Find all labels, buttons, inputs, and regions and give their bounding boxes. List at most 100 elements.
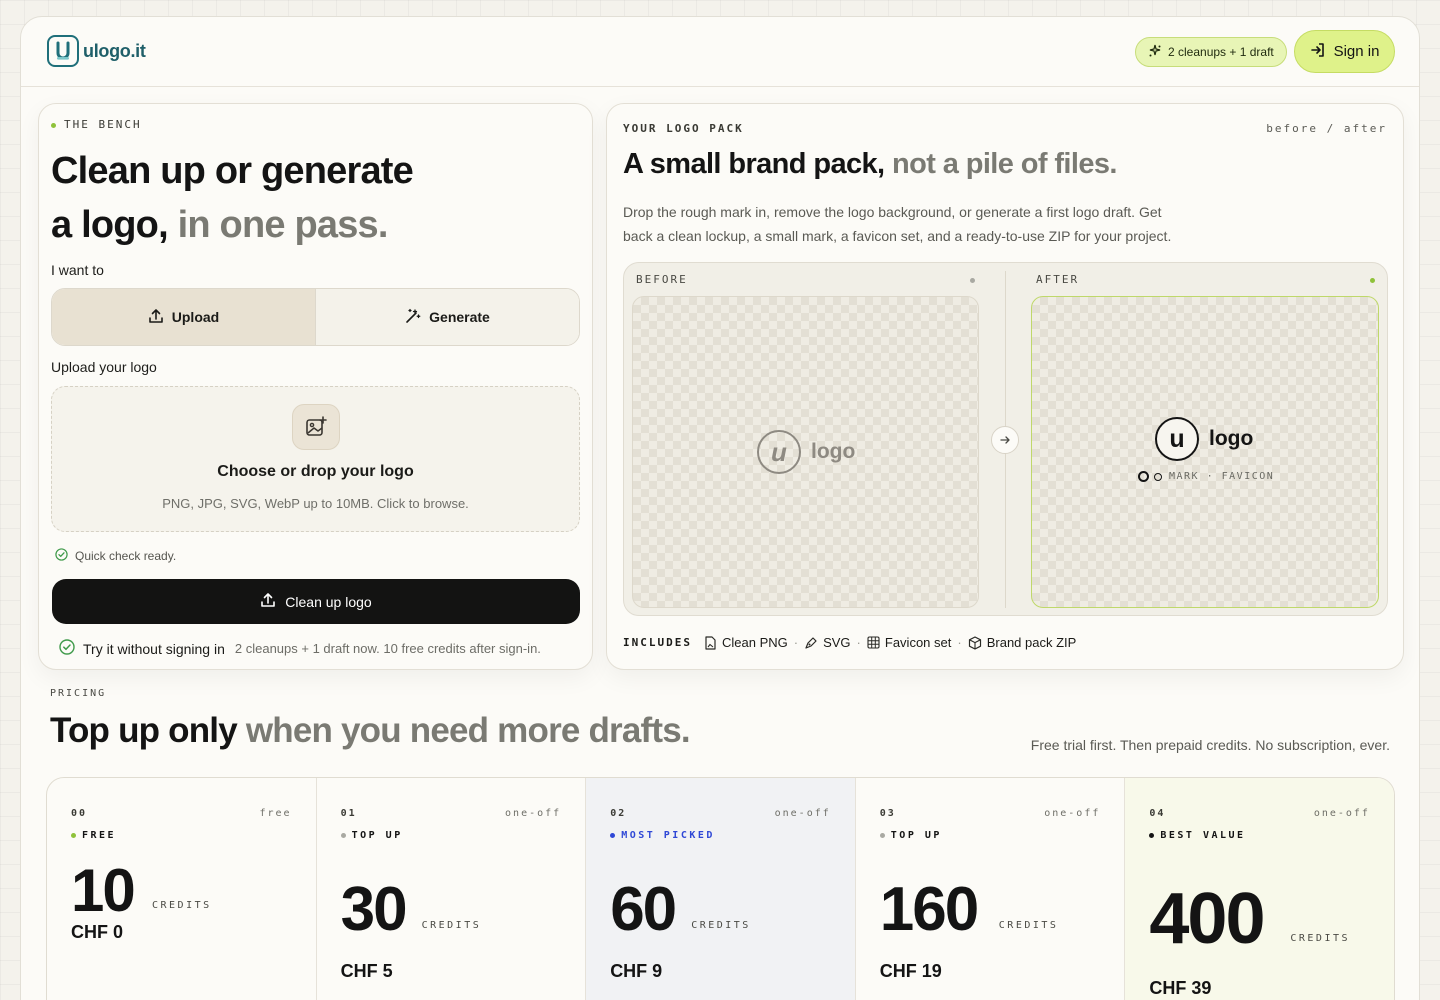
plan-unit: CREDITS	[1290, 933, 1351, 944]
sign-in-icon	[1310, 42, 1326, 62]
plan-tag: TOP UP	[340, 830, 403, 841]
logo-pack-panel: YOUR LOGO PACK before / after A small br…	[606, 103, 1404, 670]
add-image-icon	[292, 404, 340, 450]
include-item: SVG	[804, 635, 851, 650]
plan-card-top-up-30[interactable]: 01 one-off TOP UP 30 CREDITS CHF 5	[315, 778, 586, 1000]
plan-tag-text: TOP UP	[890, 830, 942, 841]
plan-kind: one-off	[774, 808, 831, 819]
before-after-compare: BEFORE AFTER u logo u logo MARK · FAVICO…	[623, 262, 1388, 616]
plan-credits: 10	[71, 857, 136, 924]
quick-check-status: Quick check ready.	[55, 548, 176, 564]
before-preview: u logo	[632, 296, 979, 608]
plan-price: CHF 19	[879, 961, 942, 981]
after-logo-mark: u	[1155, 417, 1199, 461]
plan-dot-icon	[340, 833, 346, 838]
brand-mark-icon	[47, 35, 79, 67]
before-logo-word: logo	[811, 440, 856, 463]
plan-unit: CREDITS	[998, 920, 1059, 931]
clean-up-logo-button[interactable]: Clean up logo	[52, 579, 580, 624]
dropzone-title: Choose or drop your logo	[217, 463, 414, 480]
mark-icon	[1138, 471, 1149, 482]
credit-balance-badge[interactable]: 2 cleanups + 1 draft	[1135, 37, 1287, 67]
plan-number: 03	[879, 808, 896, 819]
pricing-note: Free trial first. Then prepaid credits. …	[1030, 737, 1390, 753]
arrow-right-icon	[991, 426, 1019, 454]
logo-dropzone[interactable]: Choose or drop your logo PNG, JPG, SVG, …	[51, 386, 580, 532]
trial-dim-text: 2 cleanups + 1 draft now. 10 free credit…	[234, 641, 541, 656]
plan-price: CHF 9	[610, 961, 663, 981]
plan-tag: BEST VALUE	[1149, 830, 1245, 841]
before-logo-lockup: u logo	[757, 430, 855, 474]
bench-eyebrow: THE BENCH	[51, 118, 142, 131]
bench-title-muted: in one pass.	[167, 204, 389, 246]
before-after-caption: before / after	[1266, 122, 1387, 135]
include-label: Favicon set	[884, 635, 952, 650]
plan-unit: CREDITS	[691, 920, 751, 931]
after-logo-word: logo	[1209, 427, 1254, 450]
plan-kind: one-off	[505, 808, 562, 819]
bench-panel: THE BENCH Clean up or generate a logo, i…	[38, 103, 593, 670]
before-status-dot	[970, 278, 975, 283]
magic-wand-icon	[405, 308, 421, 327]
plan-card-most-picked[interactable]: 02 one-off MOST PICKED 60 CREDITS CHF 9	[585, 778, 855, 1000]
pack-title-strong: A small brand pack,	[623, 148, 885, 180]
include-item: Brand pack ZIP	[968, 635, 1077, 650]
plan-tag-text: TOP UP	[351, 830, 403, 841]
sign-in-button[interactable]: Sign in	[1294, 30, 1395, 73]
dropzone-hint: PNG, JPG, SVG, WebP up to 10MB. Click to…	[162, 496, 469, 511]
bench-title: Clean up or generate a logo, in one pass…	[51, 144, 581, 252]
plan-tag: TOP UP	[879, 830, 942, 841]
plan-credits: 60	[610, 875, 677, 944]
mode-toggle: Upload Generate	[51, 288, 580, 346]
trial-strong-text: Try it without signing in	[83, 640, 225, 657]
plan-card-best-value[interactable]: 04 one-off BEST VALUE 400 CREDITS CHF 39	[1124, 778, 1394, 1000]
include-label: Clean PNG	[721, 635, 788, 650]
app-shell: ulogo.it 2 cleanups + 1 draft Sign in TH…	[20, 16, 1420, 1000]
separator: ·	[793, 635, 799, 650]
top-bar: ulogo.it 2 cleanups + 1 draft Sign in	[21, 17, 1419, 87]
separator: ·	[957, 635, 962, 650]
plan-number: 00	[71, 808, 88, 819]
brand-logo[interactable]: ulogo.it	[47, 35, 146, 67]
plan-card-free[interactable]: 00 free FREE 10 CREDITS CHF 0	[47, 778, 316, 1000]
pricing-title: Top up only when you need more drafts.	[50, 711, 691, 751]
after-caption: MARK · FAVICON	[1169, 471, 1275, 482]
bench-eyebrow-text: THE BENCH	[64, 118, 142, 131]
plan-number: 01	[340, 808, 357, 819]
include-label: Brand pack ZIP	[986, 635, 1077, 650]
upload-label: Upload your logo	[51, 359, 157, 375]
plan-tag-text: FREE	[82, 830, 117, 841]
check-circle-icon	[59, 639, 75, 658]
pricing-plans: 00 free FREE 10 CREDITS CHF 0 01 one-off…	[46, 777, 1395, 1000]
plan-kind: one-off	[1044, 808, 1101, 819]
file-image-icon	[705, 635, 716, 650]
before-label: BEFORE	[636, 273, 688, 286]
upload-icon	[260, 592, 276, 611]
separator: ·	[856, 635, 861, 650]
plan-price: CHF 39	[1149, 978, 1212, 998]
mode-upload-label: Upload	[171, 309, 220, 325]
plan-tag: MOST PICKED	[610, 830, 715, 841]
sign-in-label: Sign in	[1333, 43, 1380, 60]
trial-note: Try it without signing in 2 cleanups + 1…	[59, 639, 541, 658]
bench-title-strong: a logo,	[51, 204, 169, 246]
upload-icon	[148, 308, 164, 327]
plan-card-top-up-160[interactable]: 03 one-off TOP UP 160 CREDITS CHF 19	[854, 778, 1125, 1000]
pricing-title-muted: when you need more drafts.	[236, 711, 691, 750]
status-dot-icon	[51, 122, 56, 128]
plan-unit: CREDITS	[421, 920, 482, 931]
mode-generate-button[interactable]: Generate	[315, 289, 579, 345]
includes-list: INCLUDES Clean PNG · SVG · Favicon set ·…	[623, 635, 1076, 650]
plan-credits: 160	[879, 875, 979, 944]
after-label: AFTER	[1036, 273, 1080, 286]
mode-upload-button[interactable]: Upload	[52, 289, 315, 345]
after-status-dot	[1370, 278, 1375, 283]
includes-label: INCLUDES	[623, 636, 692, 649]
plan-tag: FREE	[71, 830, 116, 841]
include-label: SVG	[823, 635, 851, 650]
plan-price: CHF 5	[340, 961, 393, 981]
include-item: Favicon set	[867, 635, 951, 650]
plan-credits: 400	[1149, 879, 1265, 959]
plan-dot-icon	[1149, 833, 1155, 838]
after-preview: u logo MARK · FAVICON	[1031, 296, 1379, 608]
